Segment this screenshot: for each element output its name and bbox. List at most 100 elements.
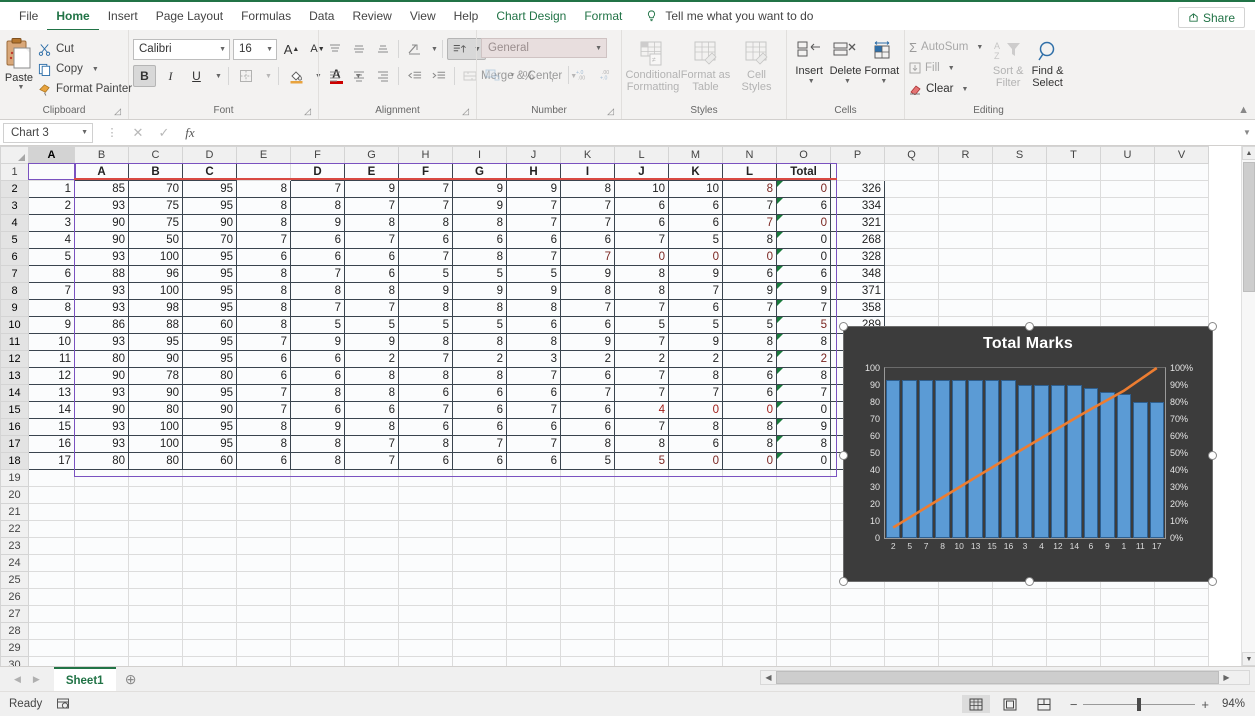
cell-D30[interactable] xyxy=(183,657,237,667)
align-top-button[interactable] xyxy=(323,38,346,60)
cell-A13[interactable]: 12 xyxy=(29,368,75,385)
clear-chevron-down-icon[interactable]: ▼ xyxy=(961,86,968,93)
cell-D8[interactable]: 95 xyxy=(183,283,237,300)
cell-D20[interactable] xyxy=(183,487,237,504)
cell-S5[interactable] xyxy=(993,232,1047,249)
cell-F1[interactable]: D xyxy=(291,164,345,181)
cell-A5[interactable]: 4 xyxy=(29,232,75,249)
cell-J15[interactable]: 7 xyxy=(507,402,561,419)
cell-E13[interactable]: 6 xyxy=(237,368,291,385)
cell-K30[interactable] xyxy=(561,657,615,667)
cell-S29[interactable] xyxy=(993,640,1047,657)
cell-T30[interactable] xyxy=(1047,657,1101,667)
borders-chevron-down-icon[interactable]: ▼ xyxy=(265,73,272,80)
clear-button[interactable]: Clear ▼ xyxy=(909,79,983,99)
cell-Q29[interactable] xyxy=(885,640,939,657)
cell-N19[interactable] xyxy=(723,470,777,487)
column-header-i[interactable]: I xyxy=(453,147,507,164)
cell-C30[interactable] xyxy=(129,657,183,667)
column-header-b[interactable]: B xyxy=(75,147,129,164)
tab-page-layout[interactable]: Page Layout xyxy=(147,1,232,31)
row-header-16[interactable]: 16 xyxy=(1,419,29,436)
cell-D22[interactable] xyxy=(183,521,237,538)
cell-E3[interactable]: 8 xyxy=(237,198,291,215)
cell-H14[interactable]: 6 xyxy=(399,385,453,402)
cell-E26[interactable] xyxy=(237,589,291,606)
increase-decimal-button[interactable]: +.0 .00 xyxy=(573,64,596,86)
cell-S4[interactable] xyxy=(993,215,1047,232)
cell-D27[interactable] xyxy=(183,606,237,623)
cell-K25[interactable] xyxy=(561,572,615,589)
table-row[interactable]: 218570958797998101080326 xyxy=(1,181,1209,198)
cell-Q2[interactable] xyxy=(885,181,939,198)
cell-O12[interactable]: 2 xyxy=(777,351,831,368)
cell-G11[interactable]: 9 xyxy=(345,334,399,351)
number-format-combo[interactable]: General ▼ xyxy=(481,38,607,58)
row-header-26[interactable]: 26 xyxy=(1,589,29,606)
column-header-m[interactable]: M xyxy=(669,147,723,164)
cell-C1[interactable]: B xyxy=(129,164,183,181)
cell-Q1[interactable] xyxy=(885,164,939,181)
table-row[interactable]: 1ABCDEFGHIJKLTotal xyxy=(1,164,1209,181)
cell-I8[interactable]: 9 xyxy=(453,283,507,300)
sheet-tab-sheet1[interactable]: Sheet1 xyxy=(54,667,116,691)
cell-H6[interactable]: 7 xyxy=(399,249,453,266)
cancel-formula-button[interactable]: ✕ xyxy=(125,125,151,141)
cell-T1[interactable] xyxy=(1047,164,1101,181)
cell-C28[interactable] xyxy=(129,623,183,640)
cell-D13[interactable]: 80 xyxy=(183,368,237,385)
table-row[interactable]: 9893989587788877677358 xyxy=(1,300,1209,317)
cell-A14[interactable]: 13 xyxy=(29,385,75,402)
cell-L4[interactable]: 6 xyxy=(615,215,669,232)
cell-H27[interactable] xyxy=(399,606,453,623)
cell-M27[interactable] xyxy=(669,606,723,623)
column-header-d[interactable]: D xyxy=(183,147,237,164)
cell-M4[interactable]: 6 xyxy=(669,215,723,232)
cell-L14[interactable]: 7 xyxy=(615,385,669,402)
cell-C16[interactable]: 100 xyxy=(129,419,183,436)
cell-U30[interactable] xyxy=(1101,657,1155,667)
cell-M6[interactable]: 0 xyxy=(669,249,723,266)
fill-chevron-down-icon[interactable]: ▼ xyxy=(948,65,955,72)
cell-E29[interactable] xyxy=(237,640,291,657)
cell-A20[interactable] xyxy=(29,487,75,504)
cell-H1[interactable]: F xyxy=(399,164,453,181)
cell-I12[interactable]: 2 xyxy=(453,351,507,368)
cell-K19[interactable] xyxy=(561,470,615,487)
resize-handle-nw[interactable] xyxy=(839,322,848,331)
cell-G10[interactable]: 5 xyxy=(345,317,399,334)
cell-C4[interactable]: 75 xyxy=(129,215,183,232)
cell-N6[interactable]: 0 xyxy=(723,249,777,266)
cell-I11[interactable]: 8 xyxy=(453,334,507,351)
row-header-25[interactable]: 25 xyxy=(1,572,29,589)
cell-P4[interactable]: 321 xyxy=(831,215,885,232)
cell-L12[interactable]: 2 xyxy=(615,351,669,368)
cell-J21[interactable] xyxy=(507,504,561,521)
cell-A27[interactable] xyxy=(29,606,75,623)
tab-chart-design[interactable]: Chart Design xyxy=(487,1,575,31)
cell-F26[interactable] xyxy=(291,589,345,606)
cell-E7[interactable]: 8 xyxy=(237,266,291,283)
cell-J7[interactable]: 5 xyxy=(507,266,561,283)
cell-R5[interactable] xyxy=(939,232,993,249)
table-row[interactable]: 3293759588779776676334 xyxy=(1,198,1209,215)
cell-A9[interactable]: 8 xyxy=(29,300,75,317)
cell-F25[interactable] xyxy=(291,572,345,589)
cell-T3[interactable] xyxy=(1047,198,1101,215)
align-bottom-button[interactable] xyxy=(371,38,394,60)
cell-N1[interactable]: L xyxy=(723,164,777,181)
cell-L1[interactable]: J xyxy=(615,164,669,181)
cell-J27[interactable] xyxy=(507,606,561,623)
cell-M13[interactable]: 8 xyxy=(669,368,723,385)
cell-P8[interactable]: 371 xyxy=(831,283,885,300)
cell-M9[interactable]: 6 xyxy=(669,300,723,317)
cell-O21[interactable] xyxy=(777,504,831,521)
cut-button[interactable]: Cut xyxy=(34,39,136,59)
cell-L27[interactable] xyxy=(615,606,669,623)
cell-H9[interactable]: 8 xyxy=(399,300,453,317)
cell-J25[interactable] xyxy=(507,572,561,589)
formula-bar-grip[interactable]: ⋮ xyxy=(99,126,125,139)
cell-C17[interactable]: 100 xyxy=(129,436,183,453)
cell-B28[interactable] xyxy=(75,623,129,640)
cell-P5[interactable]: 268 xyxy=(831,232,885,249)
